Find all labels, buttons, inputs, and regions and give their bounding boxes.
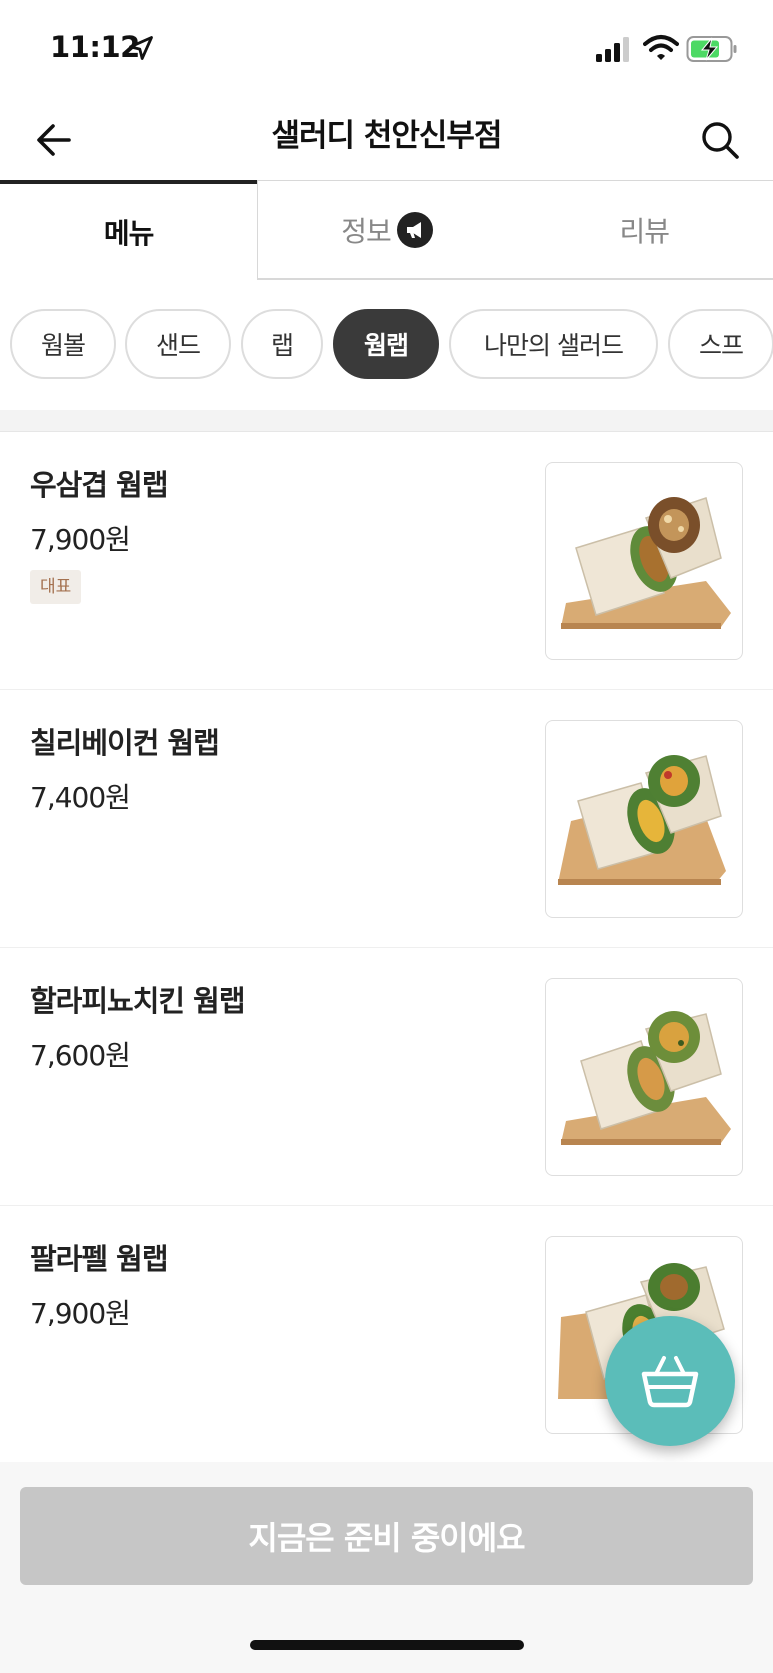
wifi-icon xyxy=(643,35,679,60)
chip-wrap[interactable]: 랩 xyxy=(241,309,323,379)
chip-soup[interactable]: 스프 xyxy=(668,309,773,379)
menu-item[interactable]: 우삼겹 웜랩 7,900원 대표 xyxy=(0,432,773,690)
item-name: 우삼겹 웜랩 xyxy=(30,468,168,502)
section-divider xyxy=(0,410,773,432)
signature-badge: 대표 xyxy=(30,570,82,604)
chip-label: 샌드 xyxy=(155,331,201,360)
chip-my-salad[interactable]: 나만의 샐러드 xyxy=(449,309,658,379)
chip-sand[interactable]: 샌드 xyxy=(125,309,231,379)
item-name: 팔라펠 웜랩 xyxy=(30,1242,168,1276)
menu-item-image xyxy=(545,462,743,660)
item-price: 7,900원 xyxy=(30,1297,131,1330)
tab-review[interactable]: 리뷰 xyxy=(515,180,773,280)
search-icon xyxy=(702,122,739,159)
wrap-photo-icon xyxy=(558,755,726,885)
chip-warm-bowl[interactable]: 웜볼 xyxy=(10,309,116,379)
order-button[interactable]: 지금은 준비 중이에요 xyxy=(20,1487,753,1585)
tab-info-label: 정보 xyxy=(341,214,392,248)
location-arrow-icon xyxy=(129,36,153,60)
bottom-bar: 지금은 준비 중이에요 xyxy=(0,1462,773,1673)
chip-label: 나만의 샐러드 xyxy=(484,331,624,360)
chip-label: 웜랩 xyxy=(363,331,409,360)
wrap-photo-icon xyxy=(561,497,731,629)
wrap-photo-icon xyxy=(561,1011,731,1145)
cart-button[interactable] xyxy=(605,1316,735,1446)
tab-menu[interactable]: 메뉴 xyxy=(0,180,258,280)
tab-review-label: 리뷰 xyxy=(619,214,671,248)
order-button-label: 지금은 준비 중이에요 xyxy=(248,1519,525,1557)
menu-item-image xyxy=(545,720,743,918)
item-price: 7,900원 xyxy=(30,523,131,556)
tab-menu-label: 메뉴 xyxy=(103,217,155,250)
home-indicator xyxy=(250,1640,524,1650)
page-title: 샐러디 천안신부점 xyxy=(271,118,503,154)
tab-info[interactable]: 정보 xyxy=(257,180,516,280)
status-bar: 11:12 xyxy=(0,0,773,100)
basket-icon xyxy=(641,1356,699,1408)
store-tabs: 메뉴 정보 리뷰 xyxy=(0,180,773,280)
menu-list: 우삼겹 웜랩 7,900원 대표 칠리베이컨 웜랩 7,400원 할라피뇨치킨 … xyxy=(0,432,773,1464)
cellular-signal-icon xyxy=(596,37,629,62)
item-name: 칠리베이컨 웜랩 xyxy=(30,726,220,760)
item-price: 7,400원 xyxy=(30,781,131,814)
megaphone-icon xyxy=(396,211,433,248)
menu-item[interactable]: 칠리베이컨 웜랩 7,400원 xyxy=(0,690,773,948)
search-button[interactable] xyxy=(696,116,744,164)
header: 샐러디 천안신부점 xyxy=(0,100,773,180)
item-price: 7,600원 xyxy=(30,1039,131,1072)
menu-item-image xyxy=(545,978,743,1176)
item-name: 할라피뇨치킨 웜랩 xyxy=(30,984,246,1018)
chip-label: 웜볼 xyxy=(40,331,86,360)
menu-item[interactable]: 할라피뇨치킨 웜랩 7,600원 xyxy=(0,948,773,1206)
chip-label: 스프 xyxy=(698,331,744,360)
chip-label: 랩 xyxy=(270,331,294,360)
chip-warm-wrap[interactable]: 웜랩 xyxy=(333,309,439,379)
category-chips: 웜볼 샌드 랩 웜랩 나만의 샐러드 스프 xyxy=(0,306,773,382)
battery-charging-icon xyxy=(686,36,737,62)
